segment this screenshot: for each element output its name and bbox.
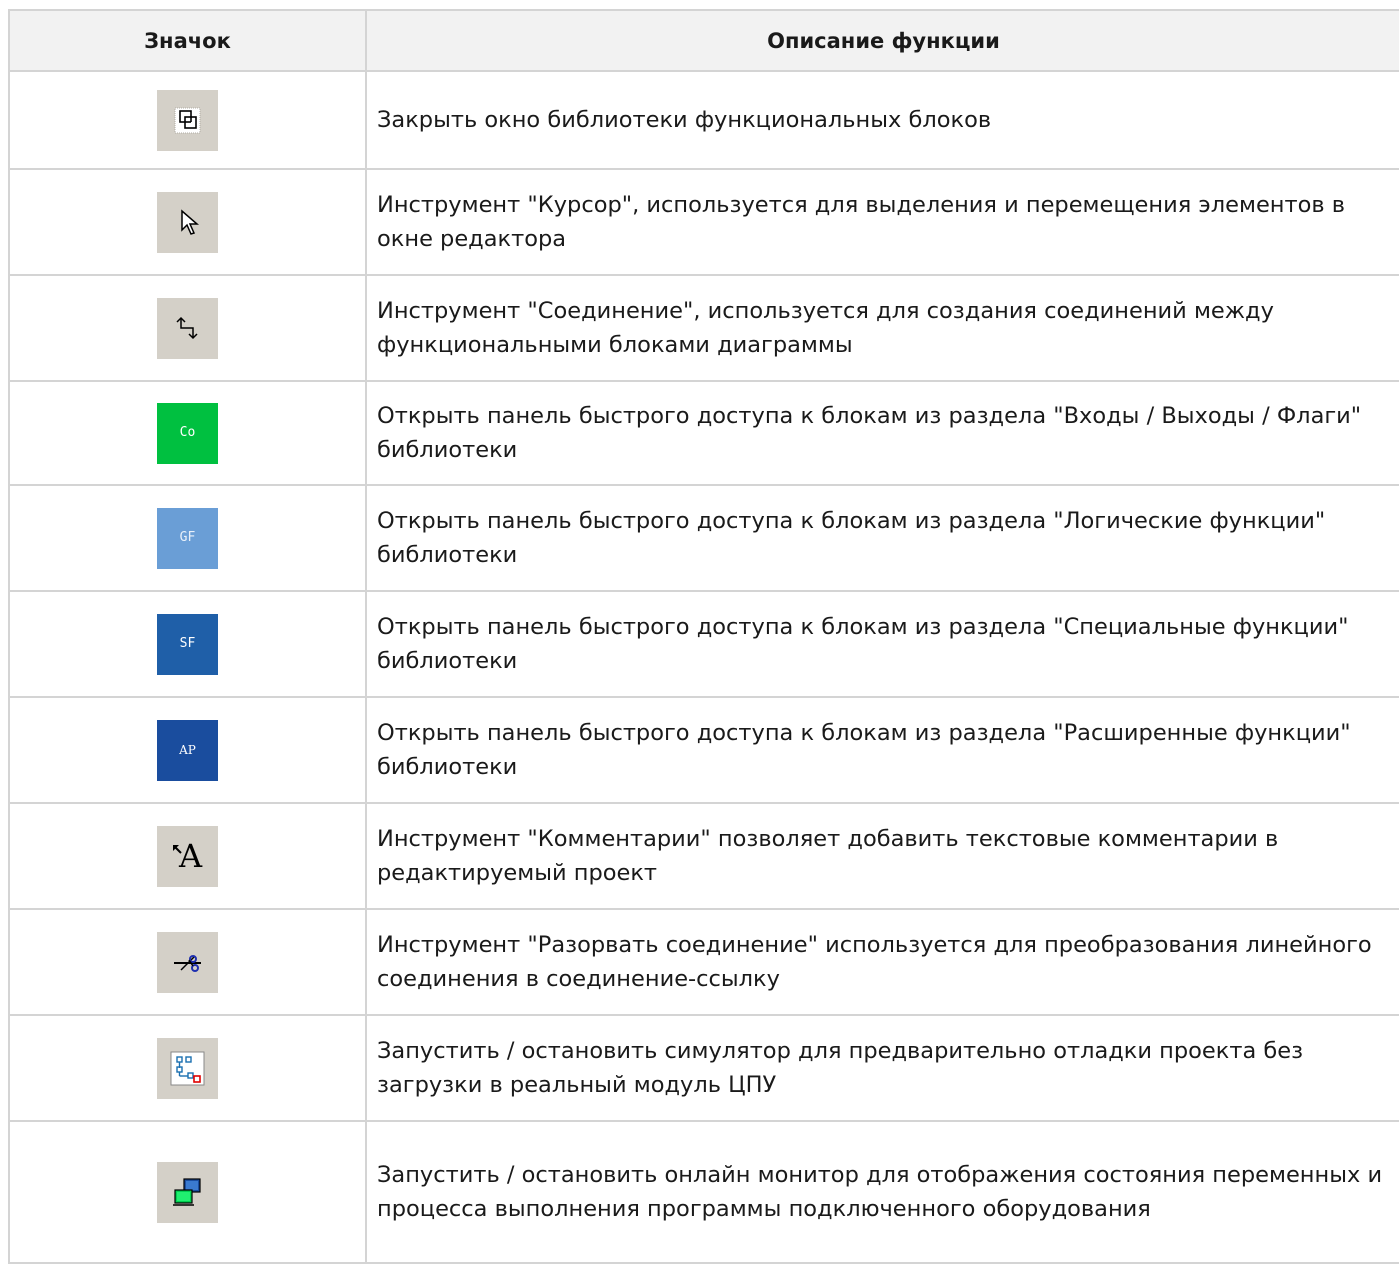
row-description: Инструмент "Соединение", используется дл… [365,274,1399,382]
sf-block-icon: SF [157,613,218,675]
gf-block-icon: GF [157,507,218,569]
table-header-row: Значок Описание функции [8,9,1399,72]
row-description: Открыть панель быстрого доступа к блокам… [365,590,1399,698]
row-description: Запустить / остановить симулятор для пре… [365,1014,1399,1122]
row-description: Открыть панель быстрого доступа к блокам… [365,484,1399,592]
table-row: Инструмент "Курсор", используется для вы… [8,168,1399,276]
row-description: Закрыть окно библиотеки функциональных б… [365,70,1399,170]
table-row: Запустить / остановить онлайн монитор дл… [8,1120,1399,1264]
table-row: A Инструмент "Комментарии" позволяет доб… [8,802,1399,910]
gf-block-label: GF [157,507,218,569]
co-block-icon: Co [157,402,218,464]
ap-block-icon: AP [157,719,218,781]
row-description: Инструмент "Разорвать соединение" исполь… [365,908,1399,1016]
row-description: Открыть панель быстрого доступа к блокам… [365,696,1399,804]
connection-icon [157,297,218,359]
table-row: Co Открыть панель быстрого доступа к бло… [8,380,1399,486]
row-description: Инструмент "Курсор", используется для вы… [365,168,1399,276]
sf-block-label: SF [157,613,218,675]
row-description: Инструмент "Комментарии" позволяет добав… [365,802,1399,910]
header-icon-column: Значок [8,9,366,72]
comment-icon-letter: A [179,836,203,875]
ap-block-label: AP [157,719,218,781]
comment-icon: A [157,825,218,887]
cursor-icon [157,191,218,253]
table-row: Инструмент "Разорвать соединение" исполь… [8,908,1399,1016]
row-description: Открыть панель быстрого доступа к блокам… [365,380,1399,486]
table-row: SF Открыть панель быстрого доступа к бло… [8,590,1399,698]
table-row: Закрыть окно библиотеки функциональных б… [8,70,1399,170]
header-description-column: Описание функции [365,9,1399,72]
close-library-icon [157,89,218,151]
row-description: Запустить / остановить онлайн монитор дл… [365,1120,1399,1264]
table-row: GF Открыть панель быстрого доступа к бло… [8,484,1399,592]
simulator-icon [157,1037,218,1099]
break-connection-icon [157,931,218,993]
table-row: Инструмент "Соединение", используется дл… [8,274,1399,382]
co-block-label: Co [157,402,218,464]
table-row: AP Открыть панель быстрого доступа к бло… [8,696,1399,804]
online-monitor-icon [157,1161,218,1223]
function-icons-table: Значок Описание функции Закрыть окно биб… [8,9,1399,1264]
table-row: Запустить / остановить симулятор для пре… [8,1014,1399,1122]
